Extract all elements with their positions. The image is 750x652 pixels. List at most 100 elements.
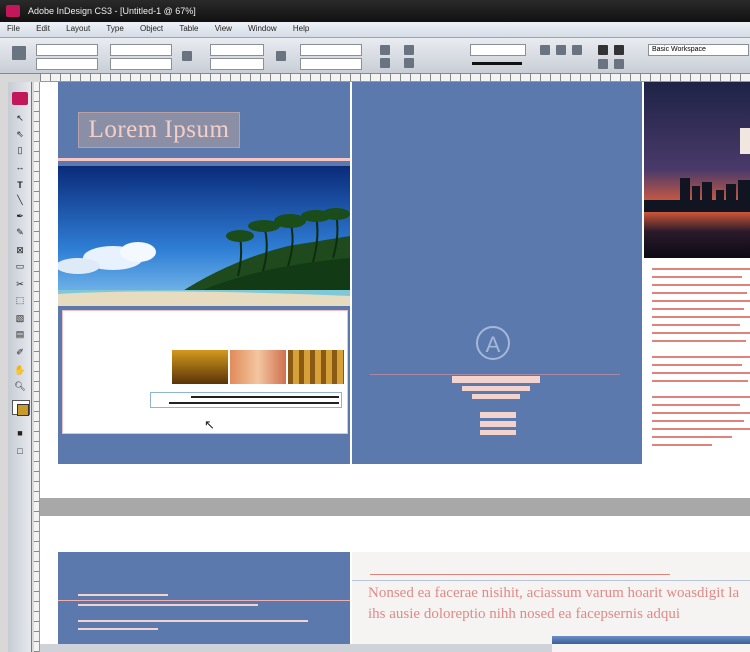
rectangle-frame-icon[interactable]: ⊠ — [12, 244, 28, 257]
page-middle[interactable] — [352, 82, 642, 464]
gap-tool-icon[interactable]: ↔ — [12, 160, 28, 173]
note-tool-icon[interactable]: ▤ — [12, 328, 28, 341]
stroke-style-swatch[interactable] — [472, 62, 522, 65]
direct-select-icon[interactable]: ⇖ — [12, 128, 28, 141]
select-container-icon[interactable] — [598, 59, 608, 69]
distribute-icon[interactable] — [572, 45, 582, 55]
horizontal-ruler[interactable] — [40, 74, 750, 82]
placeholder-text-bar — [452, 376, 540, 383]
text-line — [78, 604, 258, 606]
menu-view[interactable]: View — [208, 22, 239, 35]
text-line — [78, 594, 168, 596]
width-field[interactable] — [110, 44, 172, 56]
menu-object[interactable]: Object — [133, 22, 170, 35]
margin-guide — [58, 600, 350, 601]
city-night-photo[interactable] — [644, 82, 750, 258]
pen-tool-icon[interactable]: ✒ — [12, 210, 28, 223]
text-line — [652, 356, 750, 358]
stroke-icon[interactable] — [404, 58, 414, 68]
constrain-proportions-icon[interactable] — [182, 51, 192, 61]
pasteboard-lower[interactable] — [40, 516, 750, 552]
gradient-tool-icon[interactable]: ▧ — [12, 312, 28, 325]
fill-icon[interactable] — [404, 45, 414, 55]
scale-y-field[interactable] — [210, 58, 264, 70]
text-line — [652, 396, 750, 398]
menu-help[interactable]: Help — [286, 22, 316, 35]
sunset-thumbnail[interactable] — [172, 350, 228, 384]
normal-view-icon[interactable]: □ — [12, 444, 28, 457]
text-line — [652, 316, 750, 318]
horizontal-scrollbar[interactable] — [552, 636, 750, 644]
text-line — [652, 404, 740, 406]
wood-thumbnail[interactable] — [288, 350, 344, 384]
baseline-guide — [352, 580, 750, 581]
peach-thumbnail[interactable] — [230, 350, 286, 384]
text-line — [652, 284, 750, 286]
select-content-icon[interactable] — [614, 59, 624, 69]
indesign-app-icon — [6, 5, 20, 17]
text-line — [370, 574, 670, 575]
stroke-weight-field[interactable] — [470, 44, 526, 56]
spread-separator — [40, 498, 750, 516]
flip-vertical-icon[interactable] — [380, 58, 390, 68]
rotation-field[interactable] — [300, 44, 362, 56]
menu-window[interactable]: Window — [241, 22, 283, 35]
shear-field[interactable] — [300, 58, 362, 70]
caption-text-frame[interactable] — [150, 392, 342, 408]
menu-type[interactable]: Type — [99, 22, 130, 35]
text-line — [78, 628, 158, 630]
logo-a-icon: A — [476, 326, 510, 360]
flip-horizontal-icon[interactable] — [380, 45, 390, 55]
heading-text-frame[interactable]: Lorem Ipsum — [78, 112, 240, 148]
text-line — [652, 428, 750, 430]
placeholder-text-bar — [462, 386, 530, 391]
body-text-line[interactable]: Nonsed ea facerae nisihit, aciassum varu… — [368, 585, 739, 602]
placeholder-text-bar — [472, 394, 520, 399]
y-position-field[interactable] — [36, 58, 98, 70]
select-tool-icon[interactable]: ↖ — [12, 112, 28, 125]
free-transform-icon[interactable]: ⬚ — [12, 294, 28, 307]
hand-tool-icon[interactable]: ✋ — [12, 364, 28, 377]
align-icon[interactable] — [556, 45, 566, 55]
control-panel: Basic Workspace — [0, 38, 750, 74]
margin-guide — [58, 158, 350, 161]
page-tool-icon[interactable]: ▯ — [12, 144, 28, 157]
line-tool-icon[interactable]: ╲ — [12, 194, 28, 207]
caption-line — [169, 402, 339, 404]
x-position-field[interactable] — [36, 44, 98, 56]
rotate-icon[interactable] — [276, 51, 286, 61]
apply-color-icon[interactable]: ■ — [12, 426, 28, 439]
text-line — [652, 332, 750, 334]
menu-file[interactable]: File — [0, 22, 27, 35]
status-bar — [40, 644, 552, 652]
zoom-tool-icon[interactable]: 🔍︎ — [12, 380, 28, 393]
text-cursor-icon: ↖ — [204, 417, 215, 432]
text-line — [652, 380, 748, 382]
text-line — [652, 436, 732, 438]
workspace-selector[interactable]: Basic Workspace — [648, 44, 749, 56]
beach-photo[interactable] — [58, 166, 350, 306]
menu-edit[interactable]: Edit — [29, 22, 57, 35]
scale-x-field[interactable] — [210, 44, 264, 56]
fit-content-icon[interactable] — [614, 45, 624, 55]
rectangle-tool-icon[interactable]: ▭ — [12, 260, 28, 273]
text-line — [652, 444, 712, 446]
pencil-tool-icon[interactable]: ✎ — [12, 226, 28, 239]
scissors-tool-icon[interactable]: ✂ — [12, 278, 28, 291]
frame-fitting-icon[interactable] — [598, 45, 608, 55]
text-line — [652, 324, 740, 326]
type-tool-icon[interactable]: T — [12, 178, 28, 191]
text-line — [652, 412, 750, 414]
menu-table[interactable]: Table — [172, 22, 205, 35]
body-text-line[interactable]: ihs ausie doloreptio nihh nosed ea facep… — [368, 606, 680, 623]
eyedropper-tool-icon[interactable]: ✐ — [12, 346, 28, 359]
menu-layout[interactable]: Layout — [59, 22, 97, 35]
text-wrap-icon[interactable] — [540, 45, 550, 55]
height-field[interactable] — [110, 58, 172, 70]
baseline-guide — [370, 374, 620, 375]
text-line — [652, 276, 742, 278]
stroke-swatch-icon[interactable] — [17, 404, 29, 416]
next-page-left[interactable] — [58, 552, 350, 652]
reference-point-icon[interactable] — [12, 46, 26, 60]
text-line — [652, 364, 742, 366]
